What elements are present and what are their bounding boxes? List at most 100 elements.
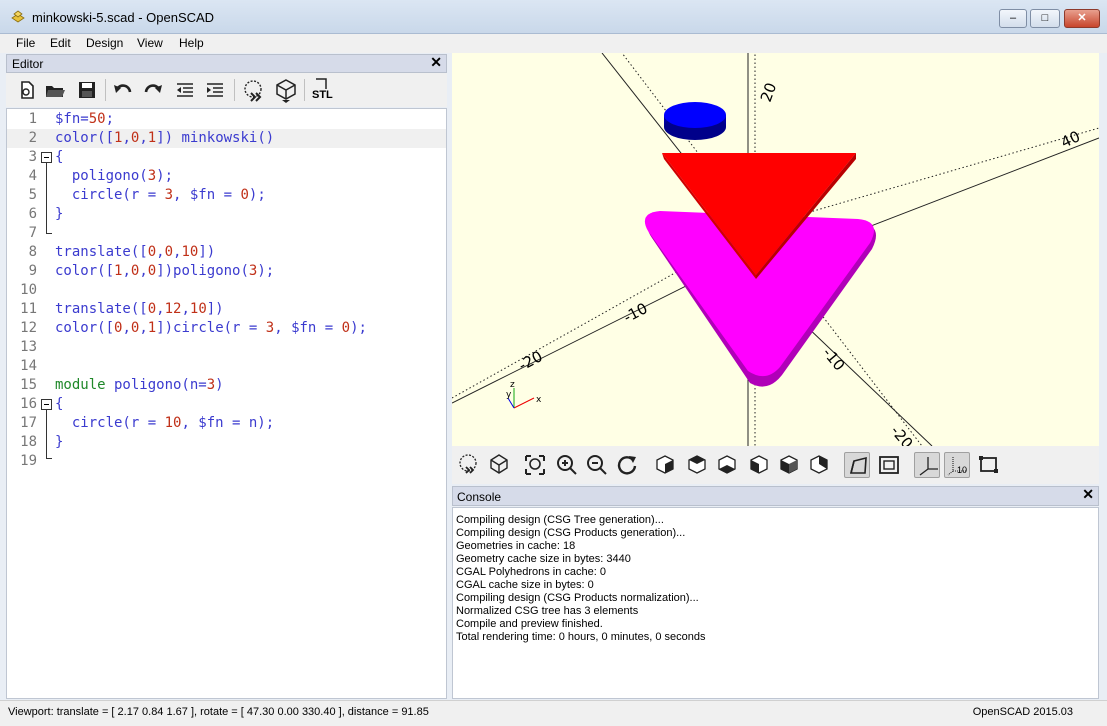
code-text: { <box>55 396 64 412</box>
blue-cylinder <box>664 102 726 140</box>
view-left-icon[interactable] <box>746 452 772 478</box>
svg-text:y: y <box>506 390 512 400</box>
orthogonal-icon[interactable] <box>876 452 902 478</box>
code-text: circle(r = 3, $fn = 0); <box>55 187 266 203</box>
editor-title: Editor <box>12 57 44 71</box>
axis-label-neg20b: -20 <box>887 422 917 446</box>
editor-toolbar: STL <box>6 73 447 107</box>
view-front-icon[interactable] <box>776 452 802 478</box>
export-stl-label: STL <box>312 89 333 101</box>
menu-help[interactable]: Help <box>179 36 204 50</box>
code-line[interactable]: 9 color([1,0,0])poligono(3); <box>7 262 446 281</box>
zoom-in-icon[interactable] <box>554 452 580 478</box>
code-text: $fn=50; <box>55 111 115 127</box>
fold-toggle-icon[interactable] <box>41 399 52 410</box>
line-number: 1 <box>28 111 37 127</box>
code-line[interactable]: 1 $fn=50; <box>7 110 446 129</box>
view-all-icon[interactable] <box>522 452 548 478</box>
show-edges-icon[interactable] <box>976 452 1002 478</box>
indent-icon[interactable] <box>204 79 226 101</box>
code-text: color([1,0,1]) minkowski() <box>55 130 275 146</box>
line-number: 13 <box>20 339 37 355</box>
status-bar: Viewport: translate = [ 2.17 0.84 1.67 ]… <box>0 700 1107 726</box>
code-line[interactable]: 3{ <box>7 148 446 167</box>
render-icon[interactable] <box>274 78 298 104</box>
view-back-icon[interactable] <box>806 452 832 478</box>
console-line: Total rendering time: 0 hours, 0 minutes… <box>456 631 706 643</box>
line-number: 16 <box>20 396 37 412</box>
menu-file[interactable]: File <box>16 36 35 50</box>
new-file-icon[interactable] <box>16 79 38 101</box>
code-line[interactable]: 2 color([1,0,1]) minkowski() <box>7 129 446 148</box>
menu-edit[interactable]: Edit <box>50 36 71 50</box>
code-line[interactable]: 7 <box>7 224 446 243</box>
code-text: translate([0,12,10]) <box>55 301 224 317</box>
editor-close-button[interactable]: ✕ <box>430 54 442 71</box>
line-number: 10 <box>20 282 37 298</box>
code-line[interactable]: 10 <box>7 281 446 300</box>
code-line[interactable]: 5 circle(r = 3, $fn = 0); <box>7 186 446 205</box>
console-line: Compile and preview finished. <box>456 618 603 630</box>
svg-text:z: z <box>510 380 515 390</box>
line-number: 7 <box>28 225 37 241</box>
zoom-out-icon[interactable] <box>584 452 610 478</box>
console-output[interactable]: Compiling design (CSG Tree generation)..… <box>452 507 1099 699</box>
menu-view[interactable]: View <box>137 36 163 50</box>
line-number: 6 <box>28 206 37 222</box>
axis-label-x40: 40 <box>1058 127 1083 151</box>
line-number: 2 <box>28 130 37 146</box>
code-editor[interactable]: 1 $fn=50; 2 color([1,0,1]) minkowski() 3{4 p… <box>6 108 447 699</box>
code-line[interactable]: 4 poligono(3); <box>7 167 446 186</box>
3d-scene: 10 20 40 -10 -20 -10 -20 x z <box>452 53 1099 446</box>
menu-design[interactable]: Design <box>86 36 123 50</box>
fold-toggle-icon[interactable] <box>41 152 52 163</box>
show-scale-icon[interactable]: 10 <box>944 452 970 478</box>
preview-icon[interactable] <box>242 78 266 104</box>
axis-label-neg10: -10 <box>620 299 650 326</box>
redo-icon[interactable] <box>142 79 164 101</box>
view-toolbar: 10 <box>452 446 1099 484</box>
code-line[interactable]: 14 <box>7 357 446 376</box>
minimize-button[interactable]: – <box>999 9 1027 28</box>
view-top-icon[interactable] <box>684 452 710 478</box>
console-line: CGAL Polyhedrons in cache: 0 <box>456 566 607 578</box>
code-text: translate([0,0,10]) <box>55 244 216 260</box>
open-file-icon[interactable] <box>44 79 66 101</box>
close-window-button[interactable]: ✕ <box>1064 9 1100 28</box>
code-line[interactable]: 13 <box>7 338 446 357</box>
perspective-icon[interactable] <box>844 452 870 478</box>
save-icon[interactable] <box>76 79 98 101</box>
line-number: 19 <box>20 453 37 469</box>
code-line[interactable]: 6} <box>7 205 446 224</box>
code-line[interactable]: 11 translate([0,12,10]) <box>7 300 446 319</box>
window-title: minkowski-5.scad - OpenSCAD <box>32 10 215 25</box>
line-number: 14 <box>20 358 37 374</box>
line-number: 18 <box>20 434 37 450</box>
console-close-button[interactable]: ✕ <box>1082 486 1094 503</box>
axis-label-z20: 20 <box>757 80 780 104</box>
unindent-icon[interactable] <box>174 79 196 101</box>
console-title: Console <box>457 490 502 504</box>
preview-icon[interactable] <box>456 452 482 478</box>
console-line: Geometry cache size in bytes: 3440 <box>456 553 631 565</box>
code-line[interactable]: 18} <box>7 433 446 452</box>
show-axes-icon[interactable] <box>914 452 940 478</box>
reset-view-icon[interactable] <box>614 452 640 478</box>
view-right-icon[interactable] <box>652 452 678 478</box>
view-bottom-icon[interactable] <box>714 452 740 478</box>
axis-label-neg10b: -10 <box>819 344 849 374</box>
console-line: Compiling design (CSG Products normaliza… <box>456 592 699 604</box>
undo-icon[interactable] <box>112 79 134 101</box>
code-line[interactable]: 8 translate([0,0,10]) <box>7 243 446 262</box>
3d-viewport[interactable]: 10 20 40 -10 -20 -10 -20 x z <box>452 53 1099 446</box>
code-line[interactable]: 16 { <box>7 395 446 414</box>
menu-bar: File Edit Design View Help <box>0 34 1107 53</box>
maximize-button[interactable]: □ <box>1030 9 1060 28</box>
code-line[interactable]: 12 color([0,0,1])circle(r = 3, $fn = 0); <box>7 319 446 338</box>
code-line[interactable]: 15 module poligono(n=3) <box>7 376 446 395</box>
code-line[interactable]: 17 circle(r = 10, $fn = n); <box>7 414 446 433</box>
axis-label-neg20: -20 <box>515 347 545 374</box>
render-icon[interactable] <box>486 452 512 478</box>
code-line[interactable]: 19 <box>7 452 446 471</box>
line-number: 5 <box>28 187 37 203</box>
